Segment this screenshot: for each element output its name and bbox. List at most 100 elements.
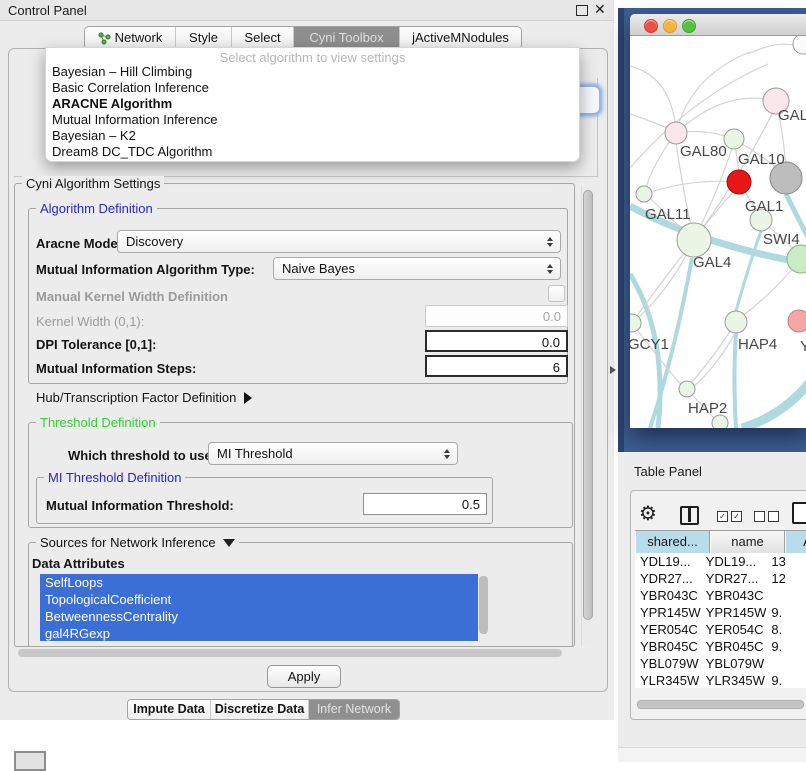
mi-type-label: Mutual Information Algorithm Type: [36, 262, 255, 277]
mi-type-value: Naive Bayes [282, 261, 355, 276]
network-edge[interactable] [736, 231, 761, 311]
algorithm-definition-title: Algorithm Definition [36, 201, 157, 216]
table-row[interactable]: YDL19...YDL19...13 [635, 553, 806, 570]
table-row[interactable]: YBR043CYBR043C [635, 587, 806, 604]
network-node[interactable] [679, 381, 695, 397]
network-edge[interactable] [735, 333, 737, 428]
algorithm-option[interactable]: Bayesian – Hill Climbing [50, 64, 575, 80]
network-edge[interactable] [644, 181, 739, 194]
bottom-tabbar: Impute Data Discretize Data Infer Networ… [127, 699, 400, 720]
network-edge[interactable] [630, 114, 672, 130]
table-cell: YER054C [635, 621, 701, 638]
table-horizontal-scrollbar-thumb[interactable] [637, 700, 804, 709]
network-node[interactable] [793, 36, 806, 54]
tab-discretize-data[interactable]: Discretize Data [210, 700, 308, 719]
network-node[interactable] [787, 245, 806, 273]
mi-type-combobox[interactable]: Naive Bayes [273, 257, 561, 280]
tab-infer-network[interactable]: Infer Network [308, 700, 399, 719]
network-window-titlebar[interactable] [630, 14, 806, 36]
data-attributes-list[interactable]: SelfLoopsTopologicalCoefficientBetweenne… [40, 574, 478, 641]
close-icon[interactable]: ✕ [594, 1, 606, 18]
network-node[interactable] [677, 223, 711, 257]
which-threshold-combobox[interactable]: MI Threshold [208, 442, 458, 465]
tab-network[interactable]: Network [85, 27, 175, 49]
tab-impute-data[interactable]: Impute Data [128, 700, 210, 719]
table-cell: 9. [766, 604, 806, 621]
aracne-mode-combobox[interactable]: Discovery [117, 230, 561, 253]
data-attribute-item[interactable]: BetweennessCentrality [40, 608, 478, 625]
algorithm-option[interactable]: ARACNE Algorithm [50, 96, 575, 112]
apply-button[interactable]: Apply [267, 665, 341, 688]
sources-title: Sources for Network Inference [40, 535, 216, 550]
table-row[interactable]: YLR345WYLR345W9. [635, 672, 806, 688]
network-node[interactable] [636, 186, 652, 202]
network-edge[interactable] [676, 52, 750, 133]
network-edge[interactable] [676, 98, 776, 133]
mi-threshold-field[interactable]: 0.5 [363, 493, 487, 515]
select-all-columns-icon[interactable]: ✓ ✓ [717, 511, 745, 522]
collapsed-panel-icon[interactable] [14, 751, 46, 771]
table-row[interactable]: YDR27...YDR27...12 [635, 570, 806, 587]
tab-jactivemnodules[interactable]: jActiveMNodules [399, 27, 521, 49]
settings-vertical-scrollbar-thumb[interactable] [583, 190, 593, 620]
minimize-traffic-light[interactable] [663, 19, 677, 33]
data-attribute-item[interactable]: SelfLoops [40, 574, 478, 591]
data-attribute-item[interactable]: gal4RGexp [40, 625, 478, 641]
panel-footer [618, 748, 806, 762]
data-attributes-scrollbar-thumb[interactable] [479, 576, 488, 634]
table-panel-title: Table Panel [634, 464, 702, 479]
column-header-partial[interactable]: A [785, 531, 806, 553]
tab-style[interactable]: Style [175, 27, 231, 49]
kernel-width-field[interactable]: 0.0 [425, 305, 568, 327]
table-row[interactable]: YBL079WYBL079W [635, 655, 806, 672]
algorithm-option[interactable]: Mutual Information Inference [50, 112, 575, 128]
panel-splitter-arrow[interactable] [610, 366, 616, 374]
column-header-shared-name[interactable]: shared... [635, 531, 710, 553]
network-edge[interactable] [630, 66, 676, 128]
network-edge[interactable] [742, 382, 806, 428]
gear-icon[interactable]: ⚙ [639, 504, 657, 524]
settings-horizontal-scrollbar-thumb[interactable] [18, 649, 562, 657]
table-cell: YBL079W [701, 655, 767, 672]
network-edge[interactable] [692, 326, 739, 388]
network-node[interactable] [727, 170, 751, 194]
dpi-tolerance-field[interactable]: 0.0 [425, 330, 568, 352]
network-view[interactable]: GALGAL80GAL10GAL1GAL11SWI4GAL4GCY1HAP4YH… [630, 36, 806, 428]
table-row[interactable]: YBR045CYBR045C9. [635, 638, 806, 655]
table-body[interactable]: YDL19...YDL19...13YDR27...YDR27...12YBR0… [635, 553, 806, 688]
table-cell: 13 [766, 553, 806, 570]
algorithm-option[interactable]: Basic Correlation Inference [50, 80, 575, 96]
tab-cyni-toolbox[interactable]: Cyni Toolbox [293, 27, 399, 49]
manual-kernel-checkbox[interactable] [548, 285, 565, 302]
float-panel-icon[interactable] [576, 5, 588, 16]
zoom-traffic-light[interactable] [682, 19, 696, 33]
sources-expander[interactable]: Sources for Network Inference [36, 535, 239, 550]
network-canvas[interactable]: GALGAL80GAL10GAL1GAL11SWI4GAL4GCY1HAP4YH… [630, 36, 806, 428]
table-row[interactable]: YER054CYER054C8. [635, 621, 806, 638]
hub-definition-expander[interactable]: Hub/Transcription Factor Definition [36, 390, 252, 405]
close-traffic-light[interactable] [644, 19, 658, 33]
algorithm-option[interactable]: Bayesian – K2 [50, 128, 575, 144]
network-node[interactable] [724, 129, 744, 149]
table-cell: YDL19... [701, 553, 767, 570]
table-cell: YDR27... [701, 570, 767, 587]
unselect-all-columns-icon[interactable] [754, 511, 782, 522]
table-cell: 9. [766, 672, 806, 688]
mi-steps-field[interactable]: 6 [425, 355, 568, 377]
table-row[interactable]: YPR145WYPR145W9. [635, 604, 806, 621]
network-node[interactable] [665, 122, 687, 144]
tab-select[interactable]: Select [231, 27, 293, 49]
table-cell: 8. [766, 621, 806, 638]
network-edge[interactable] [690, 322, 736, 384]
node-label: GAL [778, 107, 806, 124]
network-edge[interactable] [748, 44, 796, 54]
node-label: GAL80 [680, 143, 727, 160]
column-header-name[interactable]: name [710, 531, 785, 553]
new-table-icon[interactable] [792, 502, 806, 524]
table-cell: YPR145W [701, 604, 767, 621]
network-node[interactable] [725, 311, 747, 333]
data-attribute-item[interactable]: TopologicalCoefficient [40, 591, 478, 608]
columns-icon[interactable] [680, 506, 699, 525]
network-node[interactable] [788, 310, 806, 332]
algorithm-option[interactable]: Dream8 DC_TDC Algorithm [50, 144, 575, 160]
